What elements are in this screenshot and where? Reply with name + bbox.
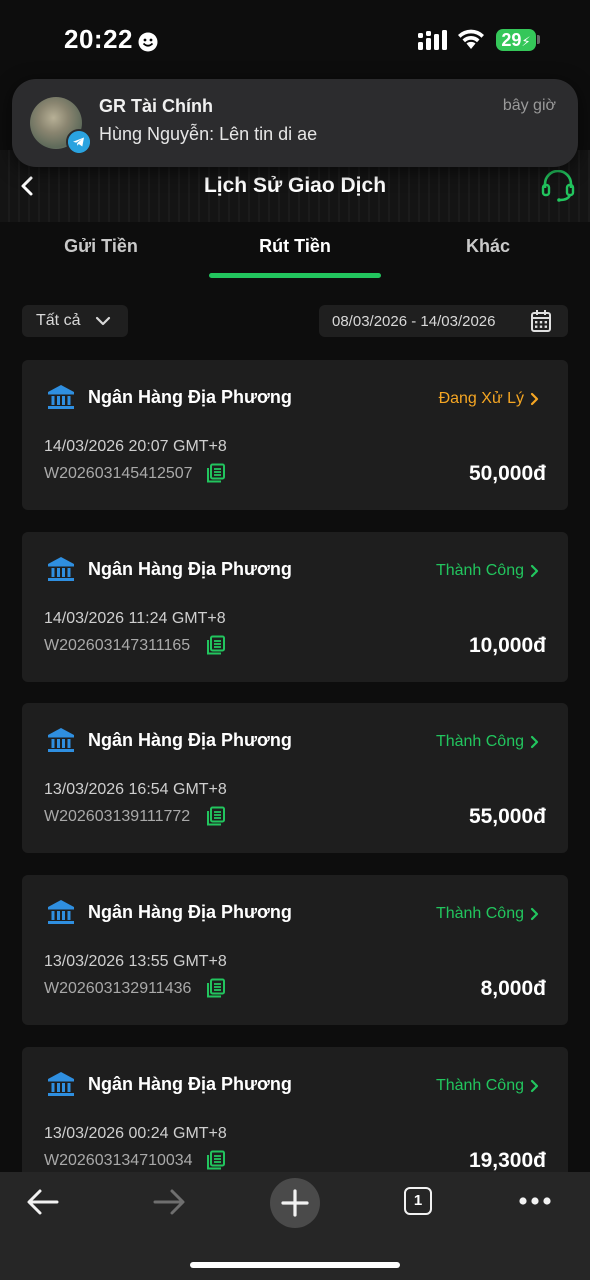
type-filter-dropdown[interactable]: Tất cả (22, 305, 128, 337)
home-indicator (190, 1262, 400, 1268)
push-notification[interactable]: GR Tài Chính bây giờ Hùng Nguyễn: Lên ti… (12, 79, 578, 167)
battery-indicator: 29⚡ (496, 29, 536, 51)
chevron-right-icon[interactable] (530, 564, 540, 578)
transaction-id: W202603145412507 (44, 465, 193, 482)
transaction-card[interactable]: Ngân Hàng Địa Phương Đang Xử Lý 14/03/20… (22, 360, 568, 510)
page-title: Lịch Sử Giao Dịch (203, 174, 387, 197)
transaction-amount: 10,000đ (468, 634, 546, 657)
bank-icon (48, 900, 74, 924)
status-bar: 20:22 29⚡ (0, 0, 590, 80)
chevron-right-icon[interactable] (530, 1079, 540, 1093)
status-time: 20:22 (64, 24, 133, 54)
telegram-icon (66, 129, 92, 155)
headset-support-icon[interactable] (540, 170, 576, 202)
browser-forward-arrow-icon[interactable] (152, 1186, 186, 1218)
transaction-id: W202603132911436 (44, 980, 192, 997)
chevron-right-icon[interactable] (530, 735, 540, 749)
copy-icon[interactable] (206, 1150, 226, 1170)
transaction-amount: 8,000đ (480, 977, 546, 1000)
more-options-icon[interactable] (518, 1196, 552, 1206)
bank-name: Ngân Hàng Địa Phương (88, 559, 292, 579)
battery-level: 29 (501, 30, 522, 50)
transaction-status[interactable]: Thành Công (436, 733, 524, 751)
transaction-amount: 50,000đ (468, 462, 546, 485)
transaction-status[interactable]: Thành Công (436, 562, 524, 580)
notification-title: GR Tài Chính (99, 96, 213, 116)
tab-other[interactable]: Khác (438, 236, 538, 257)
bank-name: Ngân Hàng Địa Phương (88, 1074, 292, 1094)
copy-icon[interactable] (206, 463, 226, 483)
chevron-right-icon[interactable] (530, 907, 540, 921)
transaction-datetime: 14/03/2026 20:07 GMT+8 (44, 438, 227, 455)
focus-smile-icon (138, 32, 158, 52)
notification-body: Hùng Nguyễn: Lên tin di ae (99, 124, 318, 144)
chevron-down-icon (95, 316, 111, 326)
bank-icon (48, 728, 74, 752)
tab-bar: Gửi Tiền Rút Tiền Khác (0, 222, 590, 280)
calendar-icon (531, 310, 551, 332)
plus-icon (281, 1189, 309, 1217)
copy-icon[interactable] (206, 806, 226, 826)
transaction-id: W202603147311165 (44, 637, 191, 654)
transaction-id: W202603134710034 (44, 1152, 193, 1169)
date-range-value: 08/03/2026 - 14/03/2026 (332, 313, 496, 330)
transaction-card[interactable]: Ngân Hàng Địa Phương Thành Công 14/03/20… (22, 532, 568, 682)
transaction-datetime: 14/03/2026 11:24 GMT+8 (44, 610, 226, 627)
transaction-card[interactable]: Ngân Hàng Địa Phương Thành Công 13/03/20… (22, 703, 568, 853)
transaction-status[interactable]: Thành Công (436, 905, 524, 923)
bank-icon (48, 557, 74, 581)
type-filter-value: Tất cả (36, 312, 81, 329)
notification-time: bây giờ (502, 97, 556, 114)
bank-icon (48, 385, 74, 409)
transaction-amount: 55,000đ (468, 805, 546, 828)
transaction-card[interactable]: Ngân Hàng Địa Phương Thành Công 13/03/20… (22, 875, 568, 1025)
transaction-datetime: 13/03/2026 16:54 GMT+8 (44, 781, 227, 798)
browser-back-arrow-icon[interactable] (26, 1186, 60, 1218)
bank-name: Ngân Hàng Địa Phương (88, 902, 292, 922)
chevron-right-icon[interactable] (530, 392, 540, 406)
transaction-status[interactable]: Thành Công (436, 1077, 524, 1095)
bank-name: Ngân Hàng Địa Phương (88, 730, 292, 750)
new-tab-button[interactable] (270, 1178, 320, 1228)
tab-deposit[interactable]: Gửi Tiền (40, 236, 162, 257)
cellular-signal-icon (418, 30, 447, 50)
transaction-status[interactable]: Đang Xử Lý (439, 390, 524, 408)
battery-nub (537, 35, 540, 44)
active-tab-indicator (209, 273, 381, 278)
transaction-datetime: 13/03/2026 13:55 GMT+8 (44, 953, 227, 970)
transaction-amount: 19,300đ (468, 1149, 546, 1172)
tab-withdraw[interactable]: Rút Tiền (209, 236, 381, 257)
wifi-icon (458, 29, 484, 49)
bank-name: Ngân Hàng Địa Phương (88, 387, 292, 407)
copy-icon[interactable] (206, 635, 226, 655)
tab-switcher-button[interactable]: 1 (404, 1187, 432, 1215)
date-range-picker[interactable]: 08/03/2026 - 14/03/2026 (319, 305, 568, 337)
transaction-id: W202603139111772 (44, 808, 191, 825)
transaction-datetime: 13/03/2026 00:24 GMT+8 (44, 1125, 227, 1142)
bank-icon (48, 1072, 74, 1096)
copy-icon[interactable] (206, 978, 226, 998)
